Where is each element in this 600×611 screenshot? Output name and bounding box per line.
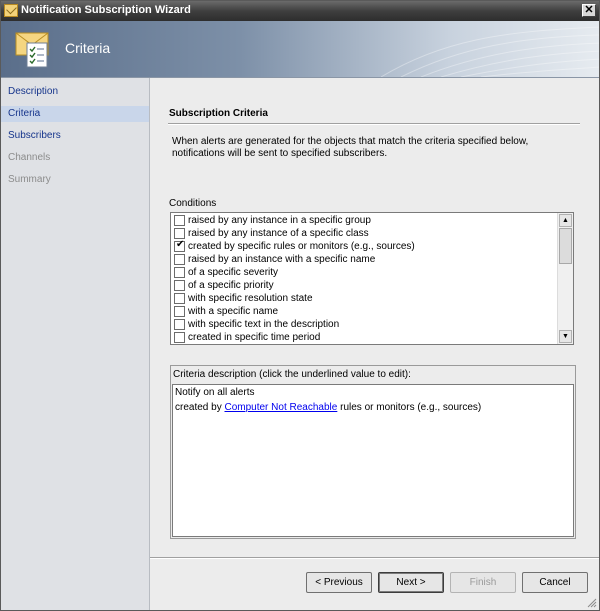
- condition-label: raised by an instance with a specific na…: [188, 254, 376, 265]
- condition-checkbox[interactable]: [174, 215, 185, 226]
- conditions-scrollbar[interactable]: ▲ ▼: [557, 213, 573, 344]
- scroll-up-arrow-icon[interactable]: ▲: [559, 214, 572, 227]
- condition-item[interactable]: ✔ created by specific rules or monitors …: [173, 240, 553, 253]
- conditions-label: Conditions: [169, 198, 217, 209]
- condition-checkbox[interactable]: [174, 280, 185, 291]
- criteria-value-link[interactable]: Computer Not Reachable: [224, 402, 337, 413]
- criteria-description-group: Criteria description (click the underlin…: [170, 365, 576, 539]
- content-panel: Subscription Criteria When alerts are ge…: [150, 78, 599, 557]
- nav-item-criteria[interactable]: Criteria: [1, 106, 149, 122]
- condition-label: created in specific time period: [188, 332, 321, 343]
- condition-label: of a specific severity: [188, 267, 279, 278]
- condition-checkbox[interactable]: [174, 228, 185, 239]
- section-divider: [168, 123, 580, 125]
- condition-label: of a specific priority: [188, 280, 274, 291]
- subscription-envelope-icon: [15, 32, 49, 68]
- wizard-app-icon: [4, 4, 18, 17]
- next-button[interactable]: Next >: [378, 572, 444, 593]
- close-icon: ✕: [584, 4, 594, 16]
- condition-item[interactable]: of a specific priority: [173, 279, 553, 292]
- condition-checkbox-checked[interactable]: ✔: [174, 239, 185, 252]
- intro-line-1: When alerts are generated for the object…: [172, 136, 529, 147]
- footer-divider: [150, 557, 599, 559]
- condition-item[interactable]: with specific text in the description: [173, 318, 553, 331]
- condition-label: created by specific rules or monitors (e…: [188, 241, 415, 252]
- cancel-button[interactable]: Cancel: [522, 572, 588, 593]
- condition-checkbox[interactable]: [174, 306, 185, 317]
- nav-item-description[interactable]: Description: [1, 84, 149, 100]
- title-bar[interactable]: Notification Subscription Wizard ✕: [1, 1, 599, 21]
- finish-button: Finish: [450, 572, 516, 593]
- resize-grip-icon[interactable]: [587, 598, 597, 608]
- condition-checkbox[interactable]: [174, 293, 185, 304]
- criteria-suffix: rules or monitors (e.g., sources): [340, 402, 482, 413]
- condition-item[interactable]: with specific resolution state: [173, 292, 553, 305]
- nav-item-subscribers[interactable]: Subscribers: [1, 128, 149, 144]
- condition-item[interactable]: of a specific severity: [173, 266, 553, 279]
- condition-label: raised by any instance in a specific gro…: [188, 215, 371, 226]
- condition-checkbox[interactable]: [174, 267, 185, 278]
- condition-item[interactable]: raised by any instance in a specific gro…: [173, 214, 553, 227]
- criteria-prefix: created by: [175, 402, 222, 413]
- condition-item[interactable]: raised by any instance of a specific cla…: [173, 227, 553, 240]
- scroll-down-arrow-icon[interactable]: ▼: [559, 330, 572, 343]
- wizard-nav: Description Criteria Subscribers Channel…: [1, 78, 150, 610]
- intro-line-2: notifications will be sent to specified …: [172, 148, 388, 159]
- criteria-line-1: Notify on all alerts: [175, 387, 255, 398]
- checkmark-icon: ✔: [176, 239, 185, 250]
- window-title: Notification Subscription Wizard: [21, 4, 191, 16]
- condition-checkbox[interactable]: [174, 319, 185, 330]
- close-button[interactable]: ✕: [582, 4, 596, 17]
- condition-item[interactable]: created in specific time period: [173, 331, 553, 344]
- wizard-window: Notification Subscription Wizard ✕ Crite…: [0, 0, 600, 611]
- criteria-description-box: Notify on all alerts created by Computer…: [172, 384, 574, 537]
- criteria-description-label: Criteria description (click the underlin…: [173, 369, 411, 380]
- condition-label: with specific resolution state: [188, 293, 313, 304]
- scroll-thumb[interactable]: [559, 228, 572, 264]
- condition-checkbox[interactable]: [174, 254, 185, 265]
- previous-button[interactable]: < Previous: [306, 572, 372, 593]
- nav-item-summary: Summary: [8, 174, 51, 185]
- section-title: Subscription Criteria: [169, 108, 268, 119]
- intro-text: When alerts are generated for the object…: [172, 136, 572, 160]
- condition-label: with a specific name: [188, 306, 279, 317]
- banner-title: Criteria: [65, 40, 111, 56]
- condition-item[interactable]: with a specific name: [173, 305, 553, 318]
- banner-decoration: [381, 26, 599, 77]
- condition-checkbox[interactable]: [174, 332, 185, 343]
- condition-label: with specific text in the description: [188, 319, 340, 330]
- nav-item-channels: Channels: [8, 152, 51, 163]
- condition-item[interactable]: raised by an instance with a specific na…: [173, 253, 553, 266]
- criteria-line-2: created by Computer Not Reachable rules …: [175, 402, 481, 413]
- conditions-list[interactable]: raised by any instance in a specific gro…: [170, 212, 574, 345]
- header-banner: Criteria: [1, 21, 599, 78]
- condition-label: raised by any instance of a specific cla…: [188, 228, 369, 239]
